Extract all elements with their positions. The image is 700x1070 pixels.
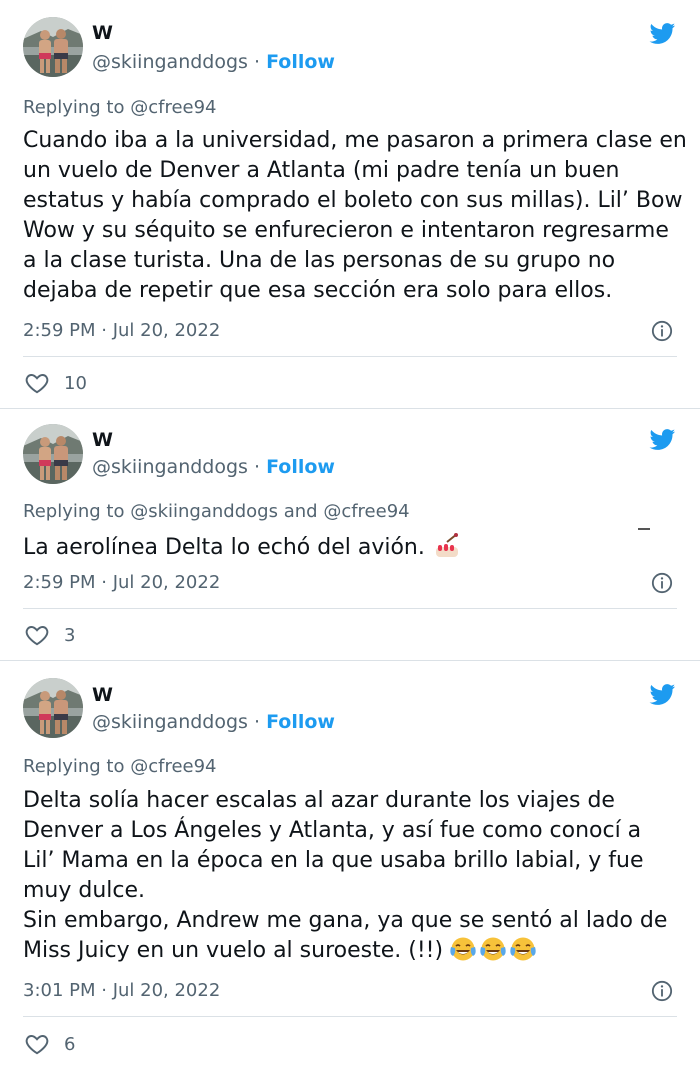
tears-of-joy-emoji (449, 936, 477, 962)
tweet-text-line: Delta solía hacer escalas al azar durant… (23, 788, 615, 813)
stray-mark (638, 528, 650, 530)
timestamp[interactable]: 2:59 PM · Jul 20, 2022 (23, 572, 220, 594)
heart-icon (24, 370, 50, 396)
heart-icon (24, 622, 50, 648)
tweet-text-line: muy dulce. (23, 878, 146, 903)
like-button[interactable]: 6 (24, 1031, 75, 1057)
like-count: 10 (64, 372, 87, 394)
tweet-text: Delta solía hacer escalas al azar durant… (23, 786, 698, 966)
separator-dot: · (254, 711, 261, 733)
follow-button[interactable]: Follow (266, 456, 335, 478)
replying-to: Replying to @skiinganddogs and @cfree94 (23, 501, 410, 523)
mention-link[interactable]: @cfree94 (130, 97, 216, 118)
twitter-bird-icon[interactable] (646, 681, 678, 708)
author-name[interactable]: W (92, 684, 113, 706)
tweet-text: Cuando iba a la universidad, me pasaron … (23, 126, 698, 306)
tweet-text: La aerolínea Delta lo echó del avión. (23, 533, 698, 563)
tweet-card-2: W @skiinganddogs · Follow Replying to @s… (0, 409, 700, 660)
tweet-text-line: Wow y su séquito se enfurecieron e inten… (23, 218, 669, 243)
replying-to: Replying to @cfree94 (23, 97, 217, 119)
author-name[interactable]: W (92, 429, 113, 451)
info-icon[interactable] (651, 572, 673, 594)
tears-of-joy-emoji (509, 936, 537, 962)
twitter-bird-icon[interactable] (646, 20, 678, 47)
timestamp[interactable]: 3:01 PM · Jul 20, 2022 (23, 980, 220, 1002)
avatar[interactable] (23, 424, 83, 484)
replying-to: Replying to @cfree94 (23, 756, 217, 778)
timestamp[interactable]: 2:59 PM · Jul 20, 2022 (23, 320, 220, 342)
author-name[interactable]: W (92, 22, 113, 44)
nail-polish-emoji (433, 533, 461, 559)
avatar[interactable] (23, 678, 83, 738)
tweet-text-line: Denver a Los Ángeles y Atlanta, y así fu… (23, 818, 642, 843)
tweet-text-content: Miss Juicy en un vuelo al suroeste. (!!) (23, 938, 444, 963)
tweet-text-content: La aerolínea Delta lo echó del avión. (23, 535, 425, 560)
separator-dot: · (254, 51, 261, 73)
divider (23, 356, 677, 357)
replying-to-label: Replying to (23, 97, 125, 118)
author-handle[interactable]: @skiinganddogs (92, 51, 248, 73)
tweet-text-line: a la clase turista. Una de las personas … (23, 248, 616, 273)
twitter-bird-icon[interactable] (646, 426, 678, 453)
divider (23, 608, 677, 609)
author-handle[interactable]: @skiinganddogs (92, 711, 248, 733)
replying-to-joiner: and (283, 501, 318, 522)
tweet-card-3: W @skiinganddogs · Follow Replying to @c… (0, 661, 700, 1070)
divider (23, 1016, 677, 1017)
tweet-text-line: Lil’ Mama en la época en la que usaba br… (23, 848, 644, 873)
tears-of-joy-emoji (479, 936, 507, 962)
tweet-text-line: un vuelo de Denver a Atlanta (mi padre t… (23, 158, 620, 183)
author-handle-line: @skiinganddogs · Follow (92, 456, 335, 478)
replying-to-label: Replying to (23, 501, 125, 522)
author-handle-line: @skiinganddogs · Follow (92, 711, 335, 733)
tweet-text-line: Cuando iba a la universidad, me pasaron … (23, 128, 687, 153)
avatar[interactable] (23, 17, 83, 77)
tweet-text-line: dejaba de repetir que esa sección era so… (23, 278, 613, 303)
info-icon[interactable] (651, 980, 673, 1002)
like-count: 6 (64, 1033, 76, 1055)
separator-dot: · (254, 456, 261, 478)
replying-to-label: Replying to (23, 756, 125, 777)
mention-link[interactable]: @cfree94 (130, 756, 216, 777)
mention-link[interactable]: @cfree94 (323, 501, 409, 522)
author-handle[interactable]: @skiinganddogs (92, 456, 248, 478)
tweet-card-1: W @skiinganddogs · Follow Replying to @c… (0, 0, 700, 408)
heart-icon (24, 1031, 50, 1057)
tweet-text-line: estatus y había comprado el boleto con s… (23, 188, 683, 213)
author-handle-line: @skiinganddogs · Follow (92, 51, 335, 73)
like-count: 3 (64, 624, 76, 646)
tweet-text-line: La aerolínea Delta lo echó del avión. (23, 533, 698, 563)
like-button[interactable]: 3 (24, 622, 75, 648)
mention-link[interactable]: @skiinganddogs (130, 501, 278, 522)
follow-button[interactable]: Follow (266, 51, 335, 73)
info-icon[interactable] (651, 320, 673, 342)
tweet-text-line: Sin embargo, Andrew me gana, ya que se s… (23, 908, 668, 933)
like-button[interactable]: 10 (24, 370, 87, 396)
tweet-text-line: Miss Juicy en un vuelo al suroeste. (!!) (23, 936, 698, 966)
follow-button[interactable]: Follow (266, 711, 335, 733)
